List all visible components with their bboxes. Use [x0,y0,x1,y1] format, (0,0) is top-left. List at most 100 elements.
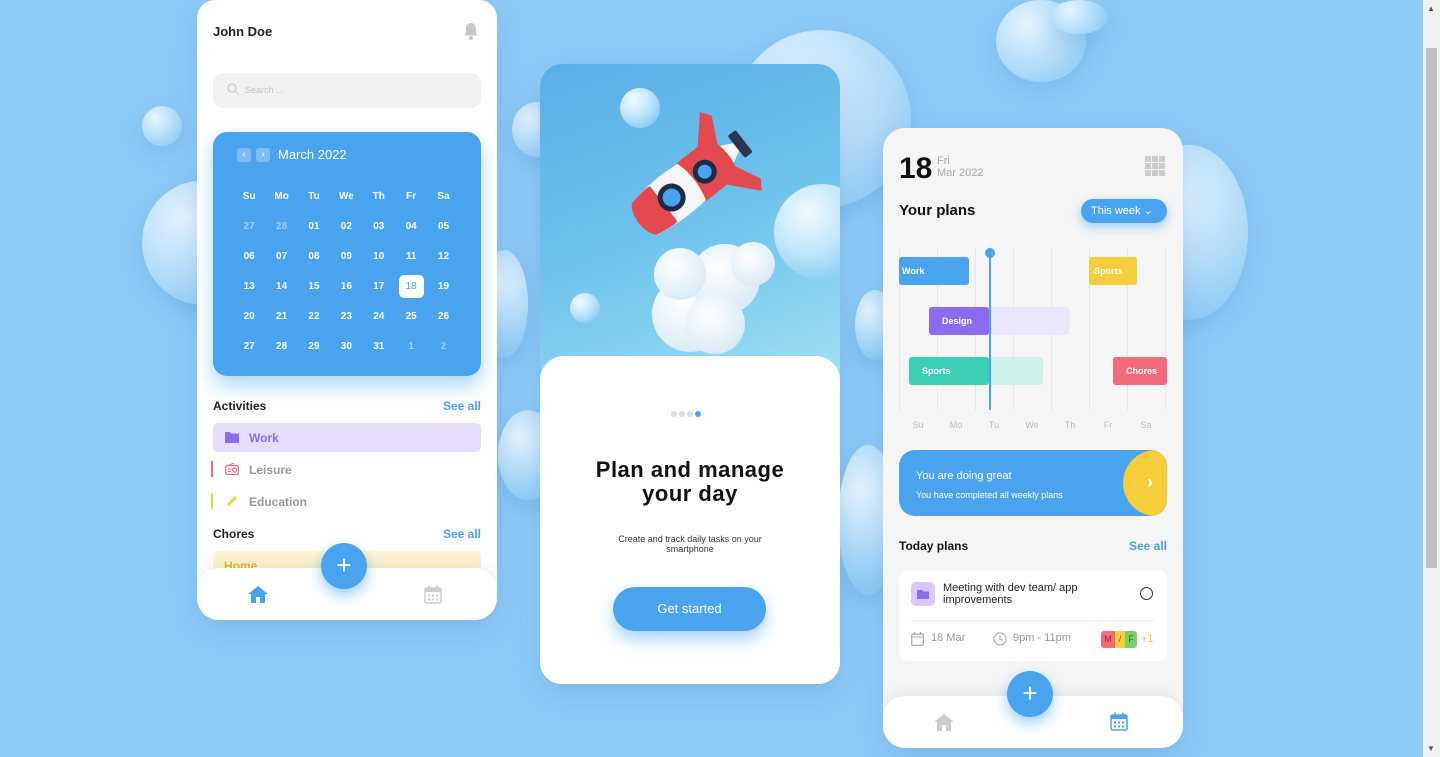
activity-label: Leisure [249,463,292,477]
calendar-day[interactable]: 20 [233,309,265,339]
calendar-day[interactable]: 23 [330,309,362,339]
plan-bar-sports[interactable]: Sports [909,357,989,385]
weekday: Fri [937,155,950,167]
page-dot[interactable] [687,411,693,417]
participant-tag: F [1125,631,1137,648]
selected-day[interactable]: 18 [398,275,424,298]
calendar-day[interactable]: 27 [233,219,265,249]
prev-month-button[interactable]: ‹ [237,148,251,162]
calendar-day[interactable]: 29 [298,339,330,369]
clock-icon [993,632,1007,646]
plan-bar-chores[interactable]: Chores [1113,357,1167,385]
calendar-day[interactable]: 16 [330,279,362,309]
calendar-day[interactable]: 06 [233,249,265,279]
calendar-day[interactable]: 19 [427,279,459,309]
next-month-button[interactable]: › [256,148,270,162]
scroll-down-arrow[interactable]: ▼ [1427,744,1435,753]
chevron-down-icon: ⌄ [1143,205,1153,217]
home-icon[interactable] [934,714,954,731]
progress-banner[interactable]: You are doing great You have completed a… [899,450,1167,516]
plan-bar-sports[interactable]: Sports [1089,257,1137,285]
search-placeholder: Search ... [245,85,284,95]
calendar-day[interactable]: 31 [363,339,395,369]
calendar-day[interactable]: 21 [265,309,297,339]
page-dot[interactable] [671,411,677,417]
weekday-header: Th [372,191,385,202]
calendar-day[interactable]: 05 [427,219,459,249]
calendar-day[interactable]: 1 [395,339,427,369]
calendar-day[interactable]: 18 [395,275,427,309]
activity-leisure[interactable]: Leisure [211,455,481,484]
activity-label: Education [249,495,308,509]
add-button[interactable]: + [321,543,367,589]
calendar-day[interactable]: 28 [265,339,297,369]
chores-see-all-link[interactable]: See all [443,527,481,541]
calendar-day[interactable]: 15 [298,279,330,309]
calendar-day[interactable]: 17 [363,279,395,309]
activity-work[interactable]: Work [213,423,481,452]
plan-bar-design[interactable]: Design [929,307,989,335]
month-year: Mar 2022 [937,167,984,179]
home-icon[interactable] [248,586,268,603]
search-icon [227,83,239,95]
scrollbar-thumb[interactable] [1426,48,1437,568]
weekday-header: Mo [274,191,289,202]
activity-label: Work [249,431,279,445]
calendar-day[interactable]: 13 [233,279,265,309]
calendar-day[interactable]: 27 [233,339,265,369]
calendar-day[interactable]: 26 [427,309,459,339]
complete-radio[interactable] [1140,587,1153,600]
plan-bar-work[interactable]: Work [899,257,969,285]
calendar-day[interactable]: 22 [298,309,330,339]
today-marker [989,252,991,410]
add-plan-button[interactable]: + [1007,671,1053,717]
calendar-day[interactable]: 24 [363,309,395,339]
page-scrollbar[interactable]: ▲ ▼ [1423,0,1440,757]
calendar-day[interactable]: 02 [330,219,362,249]
get-started-button[interactable]: Get started [613,587,766,631]
calendar-day[interactable]: 25 [395,309,427,339]
plan-card[interactable]: Meeting with dev team/ app improvements … [899,570,1167,661]
calendar-day[interactable]: 04 [395,219,427,249]
calendar-day[interactable]: 01 [298,219,330,249]
calendar-day[interactable]: 2 [427,339,459,369]
calendar-day[interactable]: 10 [363,249,395,279]
calendar: ‹ › March 2022 Su Mo Tu We Th Fr Sa 27 28 01 02 03 0… [213,132,481,376]
week-dropdown[interactable]: This week ⌄ [1081,199,1167,223]
calendar-day[interactable]: 12 [427,249,459,279]
calendar-icon[interactable] [1110,712,1128,731]
page-dot[interactable] [679,411,685,417]
today-see-all-link[interactable]: See all [1129,539,1167,553]
search-input[interactable]: Search ... [213,73,481,108]
day-label: Tu [988,420,1000,430]
chevron-right-icon[interactable]: › [1147,472,1153,493]
grid-icon[interactable] [1145,156,1165,176]
calendar-day[interactable]: 08 [298,249,330,279]
onboarding-title: Plan and manage your day [540,458,840,506]
today-marker-dot [985,248,995,258]
your-plans-title: Your plans [899,202,976,219]
calendar-day[interactable]: 30 [330,339,362,369]
participant-tags: M / F [1101,631,1137,648]
chores-title: Chores [213,527,255,541]
page-dot-active[interactable] [695,411,701,417]
calendar-day[interactable]: 14 [265,279,297,309]
onboarding-subtitle: Create and track daily tasks on your sma… [618,534,762,554]
participant-tag: / [1115,631,1125,648]
calendar-day[interactable]: 07 [265,249,297,279]
calendar-day[interactable]: 03 [363,219,395,249]
calendar-icon[interactable] [424,585,442,604]
leisure-marker [211,461,213,477]
calendar-day[interactable]: 09 [330,249,362,279]
activity-education[interactable]: Education [211,487,481,516]
plan-date: 18 Mar [931,632,966,644]
activities-see-all-link[interactable]: See all [443,399,481,413]
week-label: This week [1091,205,1141,217]
weekday-header: Tu [308,191,320,202]
title-line: your day [642,481,738,506]
day-label: Th [1064,420,1076,430]
calendar-day[interactable]: 28 [265,219,297,249]
folder-icon [225,432,239,443]
bell-icon[interactable] [463,22,479,40]
scroll-up-arrow[interactable]: ▲ [1427,4,1435,13]
